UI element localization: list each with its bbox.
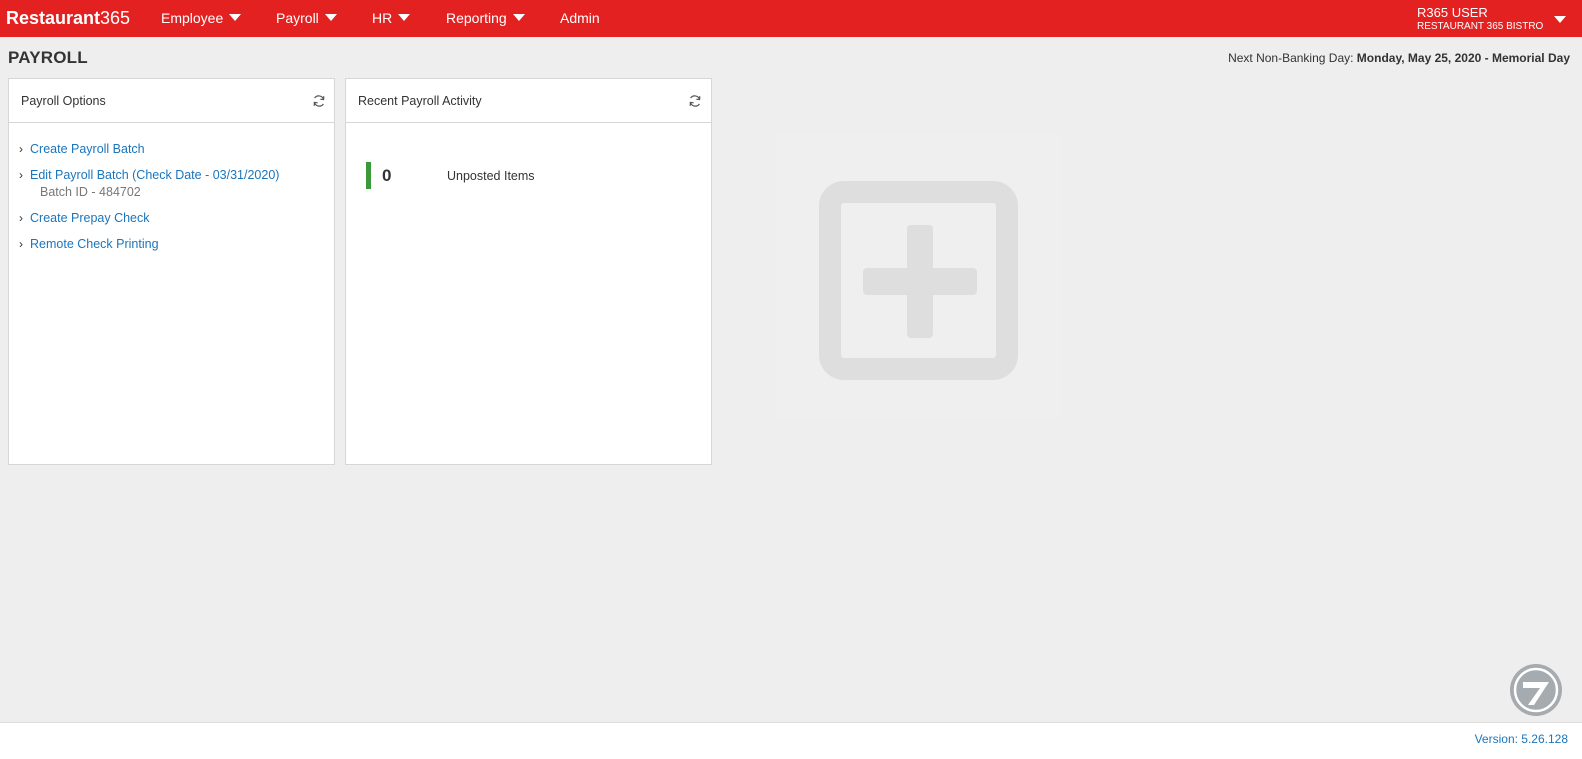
nav-hr-label: HR — [372, 10, 393, 26]
unposted-items-label: Unposted Items — [447, 169, 535, 183]
nav-reporting[interactable]: Reporting — [446, 0, 525, 37]
unposted-items-count: 0 — [382, 166, 392, 185]
unposted-items-row[interactable]: 0 Unposted Items — [366, 162, 686, 189]
edit-payroll-batch-link[interactable]: Edit Payroll Batch (Check Date - 03/31/2… — [30, 168, 279, 182]
nav-hr[interactable]: HR — [372, 0, 411, 37]
recent-activity-header: Recent Payroll Activity — [346, 79, 711, 123]
nav-admin-label: Admin — [560, 10, 600, 26]
page-title: PAYROLL — [8, 48, 88, 67]
brand-logo[interactable]: Restaurant365 — [6, 7, 130, 29]
non-banking-label: Next Non-Banking Day: — [1228, 51, 1354, 65]
nav-payroll-label: Payroll — [276, 10, 319, 26]
user-organization: RESTAURANT 365 BISTRO — [1417, 21, 1544, 32]
nav-employee[interactable]: Employee — [161, 0, 242, 37]
option-edit-payroll-batch: › Edit Payroll Batch (Check Date - 03/31… — [19, 167, 279, 201]
refresh-icon[interactable] — [312, 94, 326, 108]
chevron-right-icon: › — [19, 237, 23, 251]
batch-id-text: Batch ID - 484702 — [40, 185, 141, 199]
option-create-payroll-batch: › Create Payroll Batch — [19, 141, 279, 158]
nav-admin[interactable]: Admin — [560, 0, 600, 37]
caret-down-icon — [229, 13, 242, 21]
user-menu-caret-icon[interactable] — [1554, 16, 1566, 23]
create-prepay-check-link[interactable]: Create Prepay Check — [30, 211, 150, 225]
option-create-prepay-check: › Create Prepay Check — [19, 210, 279, 227]
top-navigation-bar: Restaurant365 Employee Payroll HR Report… — [0, 0, 1582, 37]
caret-down-icon — [512, 13, 525, 21]
status-indicator-bar — [366, 162, 371, 189]
nav-reporting-label: Reporting — [446, 10, 507, 26]
payroll-options-title: Payroll Options — [21, 94, 106, 108]
payroll-options-header: Payroll Options — [9, 79, 334, 123]
user-menu[interactable]: R365 USER RESTAURANT 365 BISTRO — [1417, 6, 1543, 33]
brand-name: Restaurant — [6, 8, 101, 28]
nav-employee-label: Employee — [161, 10, 224, 26]
next-non-banking-day: Next Non-Banking Day: Monday, May 25, 20… — [1228, 50, 1570, 66]
recent-payroll-activity-panel: Recent Payroll Activity 0 Unposted Items — [345, 78, 712, 465]
version-text: Version: 5.26.128 — [1474, 732, 1568, 746]
plus-square-icon — [819, 181, 1018, 380]
payroll-options-list: › Create Payroll Batch › Edit Payroll Ba… — [19, 141, 279, 262]
footer: Version: 5.26.128 — [0, 722, 1582, 759]
refresh-icon[interactable] — [688, 94, 702, 108]
chevron-right-icon: › — [19, 211, 23, 225]
user-name: R365 USER — [1417, 5, 1488, 20]
chevron-right-icon: › — [19, 142, 23, 156]
brand-number: 365 — [100, 8, 131, 28]
chevron-right-icon: › — [19, 168, 23, 182]
remote-check-printing-link[interactable]: Remote Check Printing — [30, 237, 159, 251]
add-widget-button[interactable] — [776, 132, 1062, 420]
non-banking-value: Monday, May 25, 2020 - Memorial Day — [1356, 51, 1570, 65]
caret-down-icon — [398, 13, 411, 21]
payroll-options-panel: Payroll Options › Create Payroll Batch ›… — [8, 78, 335, 465]
option-remote-check-printing: › Remote Check Printing — [19, 236, 279, 253]
create-payroll-batch-link[interactable]: Create Payroll Batch — [30, 142, 145, 156]
recent-activity-title: Recent Payroll Activity — [358, 94, 482, 108]
caret-down-icon — [324, 13, 337, 21]
help-logo-icon[interactable] — [1509, 663, 1563, 717]
nav-payroll[interactable]: Payroll — [276, 0, 337, 37]
